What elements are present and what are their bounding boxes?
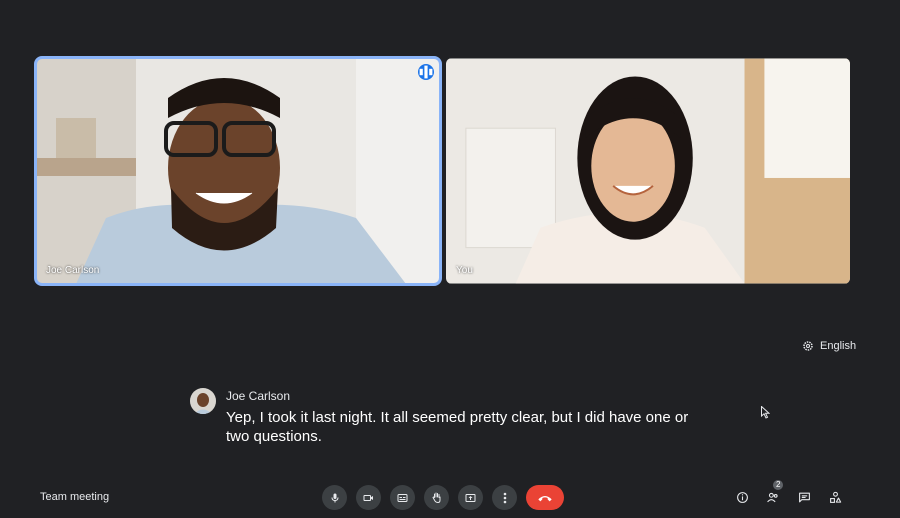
participant-name: Joe Carlson bbox=[46, 265, 100, 276]
camera-button[interactable] bbox=[356, 485, 381, 510]
caption-text: Yep, I took it last night. It all seemed… bbox=[226, 409, 689, 445]
chat-icon bbox=[798, 492, 810, 502]
end-call-icon bbox=[538, 495, 552, 501]
participant-video-joe bbox=[36, 58, 440, 284]
activities-button[interactable] bbox=[826, 487, 844, 507]
speaking-indicator-icon bbox=[418, 64, 434, 80]
caption-speaker: Joe Carlson bbox=[226, 389, 291, 403]
settings-icon bbox=[803, 341, 813, 351]
more-options-button[interactable] bbox=[492, 485, 517, 510]
participant-name: You bbox=[456, 265, 473, 276]
mouse-cursor-icon bbox=[761, 405, 771, 424]
people-button[interactable]: 2 bbox=[764, 480, 784, 507]
caption-language-label: English bbox=[820, 340, 857, 352]
info-icon bbox=[736, 491, 748, 503]
captions-button[interactable] bbox=[390, 485, 415, 510]
meeting-info-button[interactable] bbox=[733, 487, 751, 507]
chat-button[interactable] bbox=[795, 487, 813, 507]
participant-tile-joe[interactable]: Joe Carlson bbox=[34, 56, 442, 286]
activities-icon bbox=[829, 491, 841, 503]
more-options-icon bbox=[503, 492, 506, 503]
side-panel-controls: 2 bbox=[733, 480, 844, 507]
people-count-badge: 2 bbox=[773, 480, 784, 490]
end-call-button[interactable] bbox=[526, 485, 564, 510]
people-icon bbox=[767, 492, 778, 502]
meeting-name: Team meeting bbox=[40, 491, 110, 503]
caption-language-button[interactable]: English bbox=[802, 340, 856, 352]
raise-hand-icon bbox=[431, 492, 440, 504]
participant-video-you bbox=[446, 58, 850, 284]
microphone-icon bbox=[331, 493, 338, 502]
call-controls bbox=[322, 485, 564, 510]
present-icon bbox=[465, 493, 476, 502]
present-button[interactable] bbox=[458, 485, 483, 510]
participant-tile-you[interactable]: You bbox=[446, 58, 850, 284]
raise-hand-button[interactable] bbox=[424, 485, 449, 510]
avatar bbox=[190, 388, 216, 414]
captions-icon bbox=[397, 493, 408, 502]
camera-icon bbox=[363, 494, 373, 501]
microphone-button[interactable] bbox=[322, 485, 347, 510]
